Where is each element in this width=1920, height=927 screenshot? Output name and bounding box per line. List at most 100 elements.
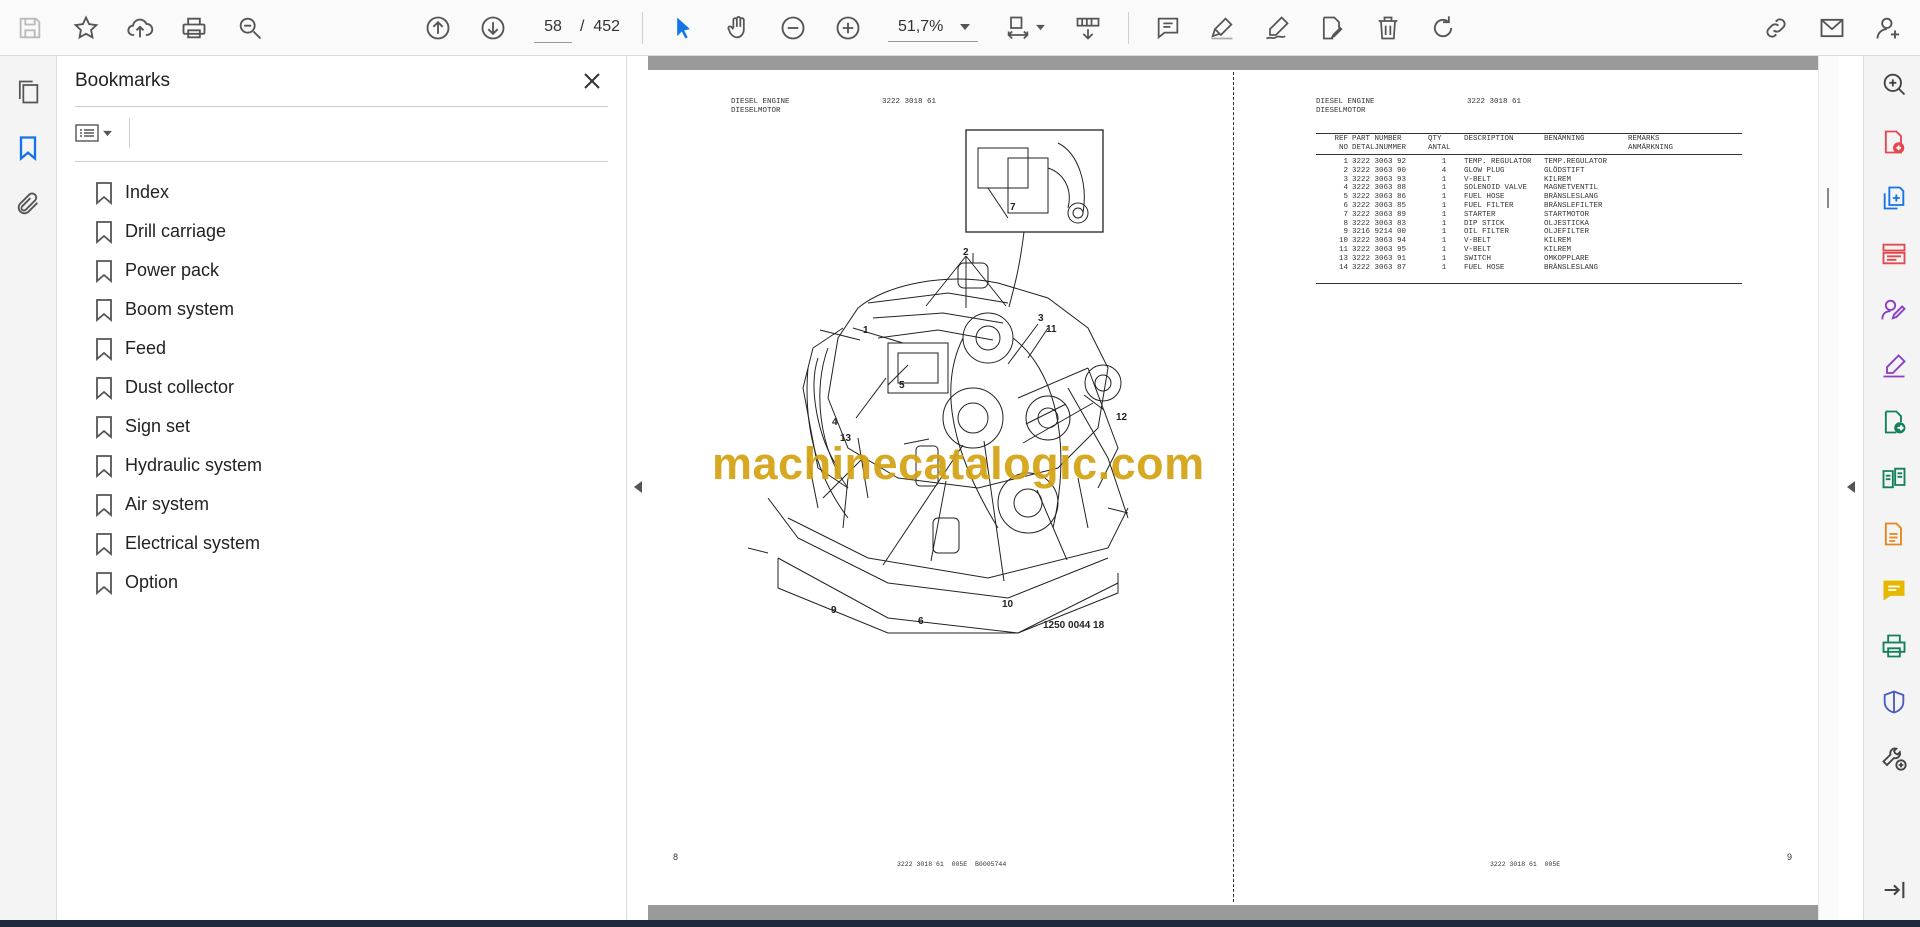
- page-number-input[interactable]: 58: [534, 12, 572, 43]
- star-icon[interactable]: [68, 10, 104, 46]
- highlight-icon[interactable]: [1204, 10, 1240, 46]
- page-gap: [648, 905, 1818, 920]
- email-icon[interactable]: [1814, 10, 1850, 46]
- bookmark-options-button[interactable]: [75, 118, 119, 148]
- account-icon[interactable]: [1870, 10, 1906, 46]
- page-up-icon[interactable]: [420, 10, 456, 46]
- bookmark-icon: [96, 571, 112, 595]
- col-ref: REF NO: [1334, 135, 1348, 152]
- table-row: 10 3222 3063 94 1 V-BELT KILREM: [1316, 237, 1742, 246]
- table-row: 3 3222 3063 93 1 V-BELT KILREM: [1316, 176, 1742, 185]
- fill-sign-tool-icon[interactable]: [1878, 350, 1910, 382]
- page-down-icon[interactable]: [475, 10, 511, 46]
- vertical-scrollbar[interactable]: [1818, 56, 1839, 920]
- edit-pdf-icon[interactable]: [1878, 518, 1910, 550]
- cell-part: 3222 3063 85: [1352, 201, 1407, 210]
- cell-part: 3222 3063 89: [1352, 210, 1407, 219]
- bookmark-label: Air system: [125, 494, 210, 514]
- attachments-icon[interactable]: [10, 186, 46, 222]
- cell-sv: OLJEFILTER: [1544, 228, 1590, 237]
- cell-part: 3222 3063 94: [1352, 237, 1407, 246]
- fit-page-icon[interactable]: [1000, 10, 1036, 46]
- collapse-left-panel-icon[interactable]: [632, 480, 644, 494]
- create-pdf-icon[interactable]: [1878, 182, 1910, 214]
- print-icon[interactable]: [176, 10, 212, 46]
- bookmark-item[interactable]: Sign set: [95, 407, 262, 446]
- zoom-search-icon[interactable]: [232, 10, 268, 46]
- cell-desc: FUEL FILTER: [1464, 201, 1514, 210]
- bookmarks-icon[interactable]: [10, 130, 46, 166]
- watermark-text: machinecatalogic.com: [712, 438, 1205, 489]
- bookmark-label: Power pack: [125, 260, 220, 280]
- cell-desc: V-BELT: [1464, 175, 1492, 184]
- zoom-out-icon[interactable]: [775, 10, 811, 46]
- bookmark-item[interactable]: Dust collector: [95, 368, 262, 407]
- cell-ref: 7: [1343, 210, 1348, 219]
- bookmark-icon: [96, 259, 112, 283]
- bookmark-item[interactable]: Feed: [95, 329, 262, 368]
- bookmark-item[interactable]: Option: [95, 563, 262, 602]
- select-cursor-icon[interactable]: [665, 10, 701, 46]
- request-signature-icon[interactable]: [1878, 294, 1910, 326]
- cell-qty: 1: [1441, 263, 1447, 272]
- bookmarks-title: Bookmarks: [75, 70, 171, 91]
- callout-12: 12: [1116, 412, 1128, 423]
- cell-ref: 9: [1343, 228, 1348, 237]
- callout-1: 1: [863, 325, 869, 336]
- bookmark-item[interactable]: Air system: [95, 485, 262, 524]
- bookmark-item[interactable]: Power pack: [95, 251, 262, 290]
- cell-qty: 1: [1441, 175, 1447, 184]
- protect-icon[interactable]: [1878, 686, 1910, 718]
- more-tools-icon[interactable]: [1878, 742, 1910, 774]
- tools-rail: [1863, 56, 1920, 920]
- bookmark-item[interactable]: Boom system: [95, 290, 262, 329]
- collapse-right-panel-icon[interactable]: [1845, 480, 1857, 494]
- cell-ref: 8: [1343, 219, 1348, 228]
- scrollbar-thumb[interactable]: [1827, 188, 1829, 208]
- bookmark-item[interactable]: Drill carriage: [95, 212, 262, 251]
- cell-qty: 4: [1441, 166, 1447, 175]
- save-icon[interactable]: [12, 10, 48, 46]
- col-qty: QTY ANTAL: [1428, 135, 1451, 152]
- list-options-icon: [75, 124, 99, 142]
- fill-sign-icon[interactable]: [1314, 10, 1350, 46]
- cell-ref: 5: [1343, 193, 1348, 202]
- page-total: 452: [593, 18, 621, 35]
- expand-panel-icon[interactable]: [1878, 874, 1910, 906]
- bookmark-label: Electrical system: [125, 533, 261, 553]
- bookmark-item[interactable]: Electrical system: [95, 524, 262, 563]
- bookmark-icon: [96, 337, 112, 361]
- zoom-in-icon[interactable]: [830, 10, 866, 46]
- col-remarks: REMARKS ANMÄRKNING: [1628, 135, 1674, 152]
- send-for-review-icon[interactable]: [1878, 406, 1910, 438]
- bookmark-label: Index: [125, 182, 170, 202]
- export-pdf-icon[interactable]: [1878, 126, 1910, 158]
- share-link-icon[interactable]: [1758, 10, 1794, 46]
- table-row: 8 3222 3063 83 1 DIP STICK OLJESTICKA: [1316, 220, 1742, 229]
- search-zoom-tool-icon[interactable]: [1878, 68, 1910, 100]
- draw-icon[interactable]: [1259, 10, 1295, 46]
- bookmark-icon: [96, 298, 112, 322]
- comment-icon[interactable]: [1150, 10, 1186, 46]
- zoom-level-select[interactable]: 51,7%: [888, 12, 978, 42]
- cell-qty: 1: [1441, 210, 1447, 219]
- table-row: 6 3222 3063 85 1 FUEL FILTER BRÄNSLEFILTER: [1316, 202, 1742, 211]
- delete-icon[interactable]: [1370, 10, 1406, 46]
- print-production-icon[interactable]: [1878, 630, 1910, 662]
- cell-part: 3216 9214 00: [1352, 228, 1407, 237]
- compare-icon[interactable]: [1878, 462, 1910, 494]
- main-toolbar: 58 / 452 51,7%: [0, 0, 1920, 56]
- comment-tool-icon[interactable]: [1878, 574, 1910, 606]
- bookmark-item[interactable]: Hydraulic system: [95, 446, 262, 485]
- cell-part: 3222 3063 83: [1352, 219, 1407, 228]
- left-page-header-code: 3222 3018 61: [882, 98, 937, 106]
- bookmark-item[interactable]: Index: [95, 173, 262, 212]
- fit-options-chevron-icon[interactable]: [1036, 24, 1045, 31]
- organize-pages-icon[interactable]: [1878, 238, 1910, 270]
- scroll-mode-icon[interactable]: [1070, 10, 1106, 46]
- upload-icon[interactable]: [122, 10, 158, 46]
- hand-icon[interactable]: [720, 10, 756, 46]
- rotate-icon[interactable]: [1425, 10, 1461, 46]
- page-thumbnails-icon[interactable]: [10, 74, 46, 110]
- close-icon[interactable]: [577, 66, 607, 96]
